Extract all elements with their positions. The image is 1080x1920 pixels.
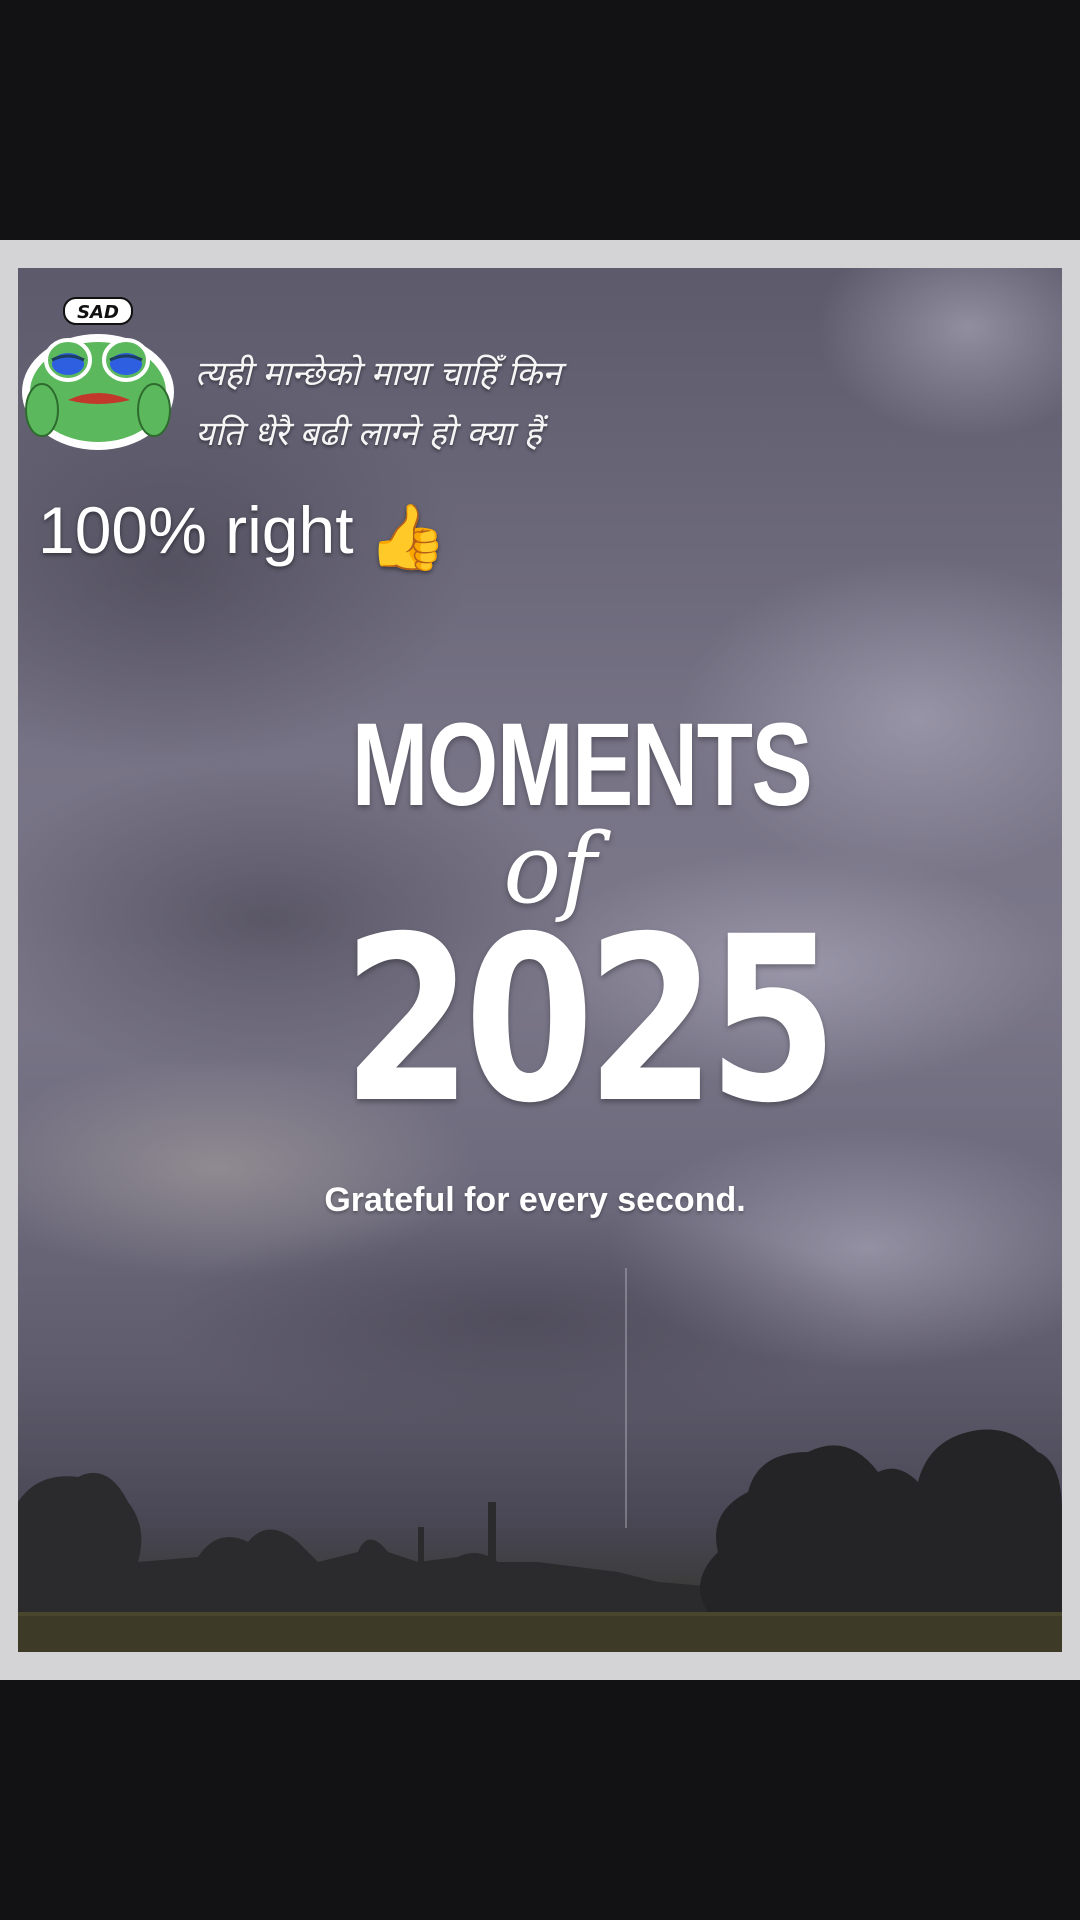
title-block: MOMENTS of 2025 bbox=[300, 699, 838, 1153]
sad-frog-icon: SAD bbox=[22, 297, 174, 450]
subtitle: Grateful for every second. bbox=[324, 1181, 746, 1219]
thumbs-up-icon: 👍 bbox=[367, 501, 448, 573]
caption-text: 100% right 👍 bbox=[38, 490, 447, 577]
sticker-label: SAD bbox=[77, 302, 119, 323]
nepali-caption: त्यही मान्छेको माया चाहिँ किन यति धेरै ब… bbox=[195, 344, 561, 464]
nepali-line-2: यति धेरै बढी लाग्ने हो क्या हैं bbox=[195, 414, 542, 454]
treeline bbox=[18, 1429, 1062, 1652]
caption-label: 100% right bbox=[38, 493, 354, 567]
title-moments: MOMENTS bbox=[351, 699, 813, 831]
nepali-line-1: त्यही मान्छेको माया चाहिँ किन bbox=[195, 354, 561, 394]
title-year: 2025 bbox=[342, 887, 838, 1153]
